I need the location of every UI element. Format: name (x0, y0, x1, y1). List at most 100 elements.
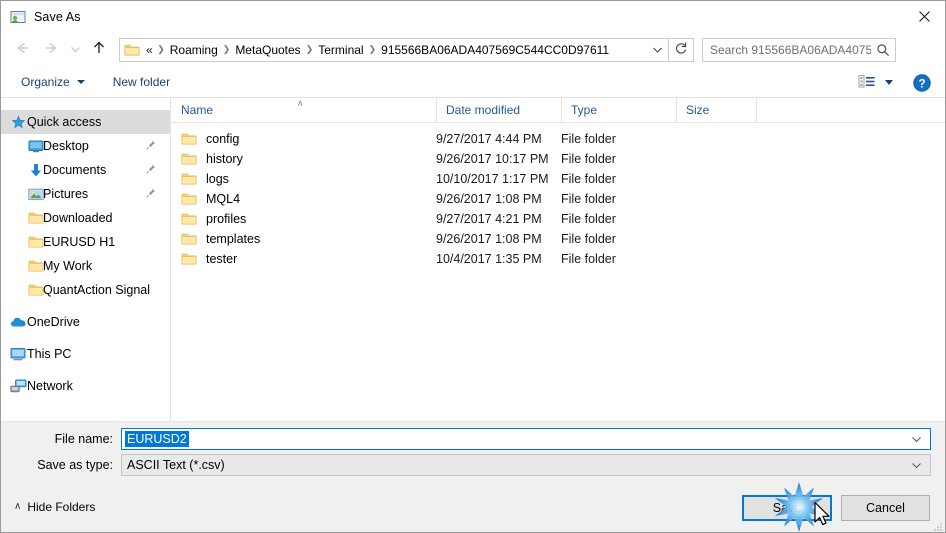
save-button[interactable]: Save (742, 495, 832, 521)
this-pc-icon (9, 346, 27, 362)
sidebar-item-quick-access[interactable]: Quick access (1, 110, 170, 134)
sidebar-item-onedrive[interactable]: OneDrive (1, 310, 170, 334)
file-name: profiles (206, 212, 247, 226)
close-button[interactable] (901, 1, 945, 32)
pin-icon[interactable] (146, 187, 156, 201)
cell-type: File folder (561, 212, 616, 226)
breadcrumb-item-metaquotes[interactable]: MetaQuotes (232, 43, 303, 57)
organize-button[interactable]: Organize (14, 70, 92, 94)
table-row[interactable]: profiles 9/27/2017 4:21 PM File folder (171, 209, 945, 229)
table-row[interactable]: history 9/26/2017 10:17 PM File folder (171, 149, 945, 169)
save-as-dialog: Save As « ❯ Roaming ❯ MetaQuotes ❯ Termi… (0, 0, 946, 533)
cell-date-modified: 9/26/2017 1:08 PM (436, 232, 542, 246)
sidebar-item-label: OneDrive (27, 315, 80, 329)
address-bar[interactable]: « ❯ Roaming ❯ MetaQuotes ❯ Terminal ❯ 91… (119, 37, 694, 62)
chevron-down-icon (76, 80, 85, 84)
save-label: Save (772, 501, 802, 515)
column-header-date-modified[interactable]: Date modified (436, 97, 561, 123)
breadcrumb-overflow[interactable]: « (143, 43, 155, 57)
column-label: Size (686, 103, 710, 117)
cell-name: tester (171, 252, 436, 266)
onedrive-cloud-icon (9, 314, 27, 330)
command-toolbar: Organize New folder ? (1, 67, 945, 98)
svg-text:?: ? (918, 78, 925, 90)
change-view-button[interactable] (854, 71, 897, 95)
sidebar-item-documents[interactable]: Documents (1, 158, 170, 182)
save-as-icon (10, 9, 26, 25)
cell-type: File folder (561, 192, 616, 206)
sidebar-item-pictures[interactable]: Pictures (1, 182, 170, 206)
navigation-pane: Quick access Desktop Documents Pictures … (1, 98, 171, 421)
column-label: Date modified (446, 103, 521, 117)
toolbar-right-group: ? (854, 67, 945, 98)
pin-icon[interactable] (146, 139, 156, 153)
recent-locations-button[interactable] (65, 36, 85, 64)
sidebar-item-this-pc[interactable]: This PC (1, 342, 170, 366)
sidebar-item-label: My Work (43, 259, 93, 273)
up-button[interactable] (85, 36, 113, 64)
address-dropdown-button[interactable] (646, 43, 668, 57)
file-name: MQL4 (206, 192, 241, 206)
search-box[interactable]: Search 915566BA06ADA40756... (702, 37, 896, 62)
refresh-button[interactable] (669, 41, 693, 58)
sidebar-item-label: Network (27, 379, 73, 393)
cell-name: profiles (171, 212, 436, 226)
folder-icon (181, 212, 197, 226)
pin-icon[interactable] (146, 163, 156, 177)
forward-button[interactable] (37, 36, 65, 64)
documents-download-icon (27, 162, 45, 178)
column-header-type[interactable]: Type (561, 97, 676, 123)
breadcrumb-item-instance[interactable]: 915566BA06ADA407569C544CC0D97611 (378, 43, 612, 57)
folder-icon (27, 234, 45, 250)
back-button[interactable] (9, 36, 37, 64)
folder-icon (124, 43, 140, 57)
search-input[interactable]: Search 915566BA06ADA40756... (703, 43, 871, 57)
column-header-size[interactable]: Size (676, 97, 756, 123)
sidebar-item-label: Downloaded (43, 211, 113, 225)
hide-folders-button[interactable]: ∧ Hide Folders (14, 500, 95, 514)
sidebar-item-desktop[interactable]: Desktop (1, 134, 170, 158)
file-name: templates (206, 232, 261, 246)
sidebar-item-my-work[interactable]: My Work (1, 254, 170, 278)
sidebar-item-label: Quick access (27, 115, 102, 129)
breadcrumb-item-terminal[interactable]: Terminal (315, 43, 366, 57)
column-header-name[interactable]: Name ∧ (171, 98, 436, 123)
resize-grip[interactable] (933, 521, 943, 531)
column-headers: Name ∧ Date modified Type Size (171, 97, 945, 123)
save-as-type-select[interactable]: ASCII Text (*.csv) (121, 454, 931, 476)
chevron-down-icon (652, 43, 663, 57)
sidebar-item-network[interactable]: Network (1, 374, 170, 398)
network-icon (9, 378, 27, 394)
new-folder-button[interactable]: New folder (106, 70, 177, 94)
chevron-down-icon (885, 80, 893, 85)
file-name: history (206, 152, 243, 166)
sidebar-item-downloaded[interactable]: Downloaded (1, 206, 170, 230)
table-row[interactable]: templates 9/26/2017 1:08 PM File folder (171, 229, 945, 249)
cell-date-modified: 9/27/2017 4:44 PM (436, 132, 542, 146)
title-bar: Save As (1, 1, 945, 32)
folder-icon (181, 152, 197, 166)
file-name: tester (206, 252, 238, 266)
table-row[interactable]: MQL4 9/26/2017 1:08 PM File folder (171, 189, 945, 209)
help-button[interactable]: ? (913, 73, 931, 92)
arrow-up-icon (91, 40, 107, 59)
sort-ascending-icon: ∧ (297, 97, 304, 108)
file-name-input[interactable]: EURUSD2 (121, 428, 931, 450)
table-row[interactable]: logs 10/10/2017 1:17 PM File folder (171, 169, 945, 189)
chevron-down-icon (70, 43, 81, 57)
breadcrumb-separator: ❯ (157, 44, 165, 54)
table-row[interactable]: tester 10/4/2017 1:35 PM File folder (171, 249, 945, 269)
file-name-value: EURUSD2 (125, 431, 189, 447)
column-label: Name (181, 103, 214, 117)
breadcrumb-item-roaming[interactable]: Roaming (167, 43, 221, 57)
breadcrumb-separator: ❯ (305, 44, 314, 54)
hide-folders-label: Hide Folders (27, 500, 96, 514)
chevron-down-icon[interactable] (911, 432, 922, 446)
folder-icon (27, 258, 45, 274)
breadcrumb: « ❯ Roaming ❯ MetaQuotes ❯ Terminal ❯ 91… (140, 43, 646, 57)
cancel-button[interactable]: Cancel (841, 495, 930, 521)
table-row[interactable]: config 9/27/2017 4:44 PM File folder (171, 129, 945, 149)
chevron-down-icon[interactable] (911, 458, 922, 472)
sidebar-item-eurusd-h1[interactable]: EURUSD H1 (1, 230, 170, 254)
sidebar-item-quantaction-signal[interactable]: QuantAction Signal (1, 278, 170, 302)
